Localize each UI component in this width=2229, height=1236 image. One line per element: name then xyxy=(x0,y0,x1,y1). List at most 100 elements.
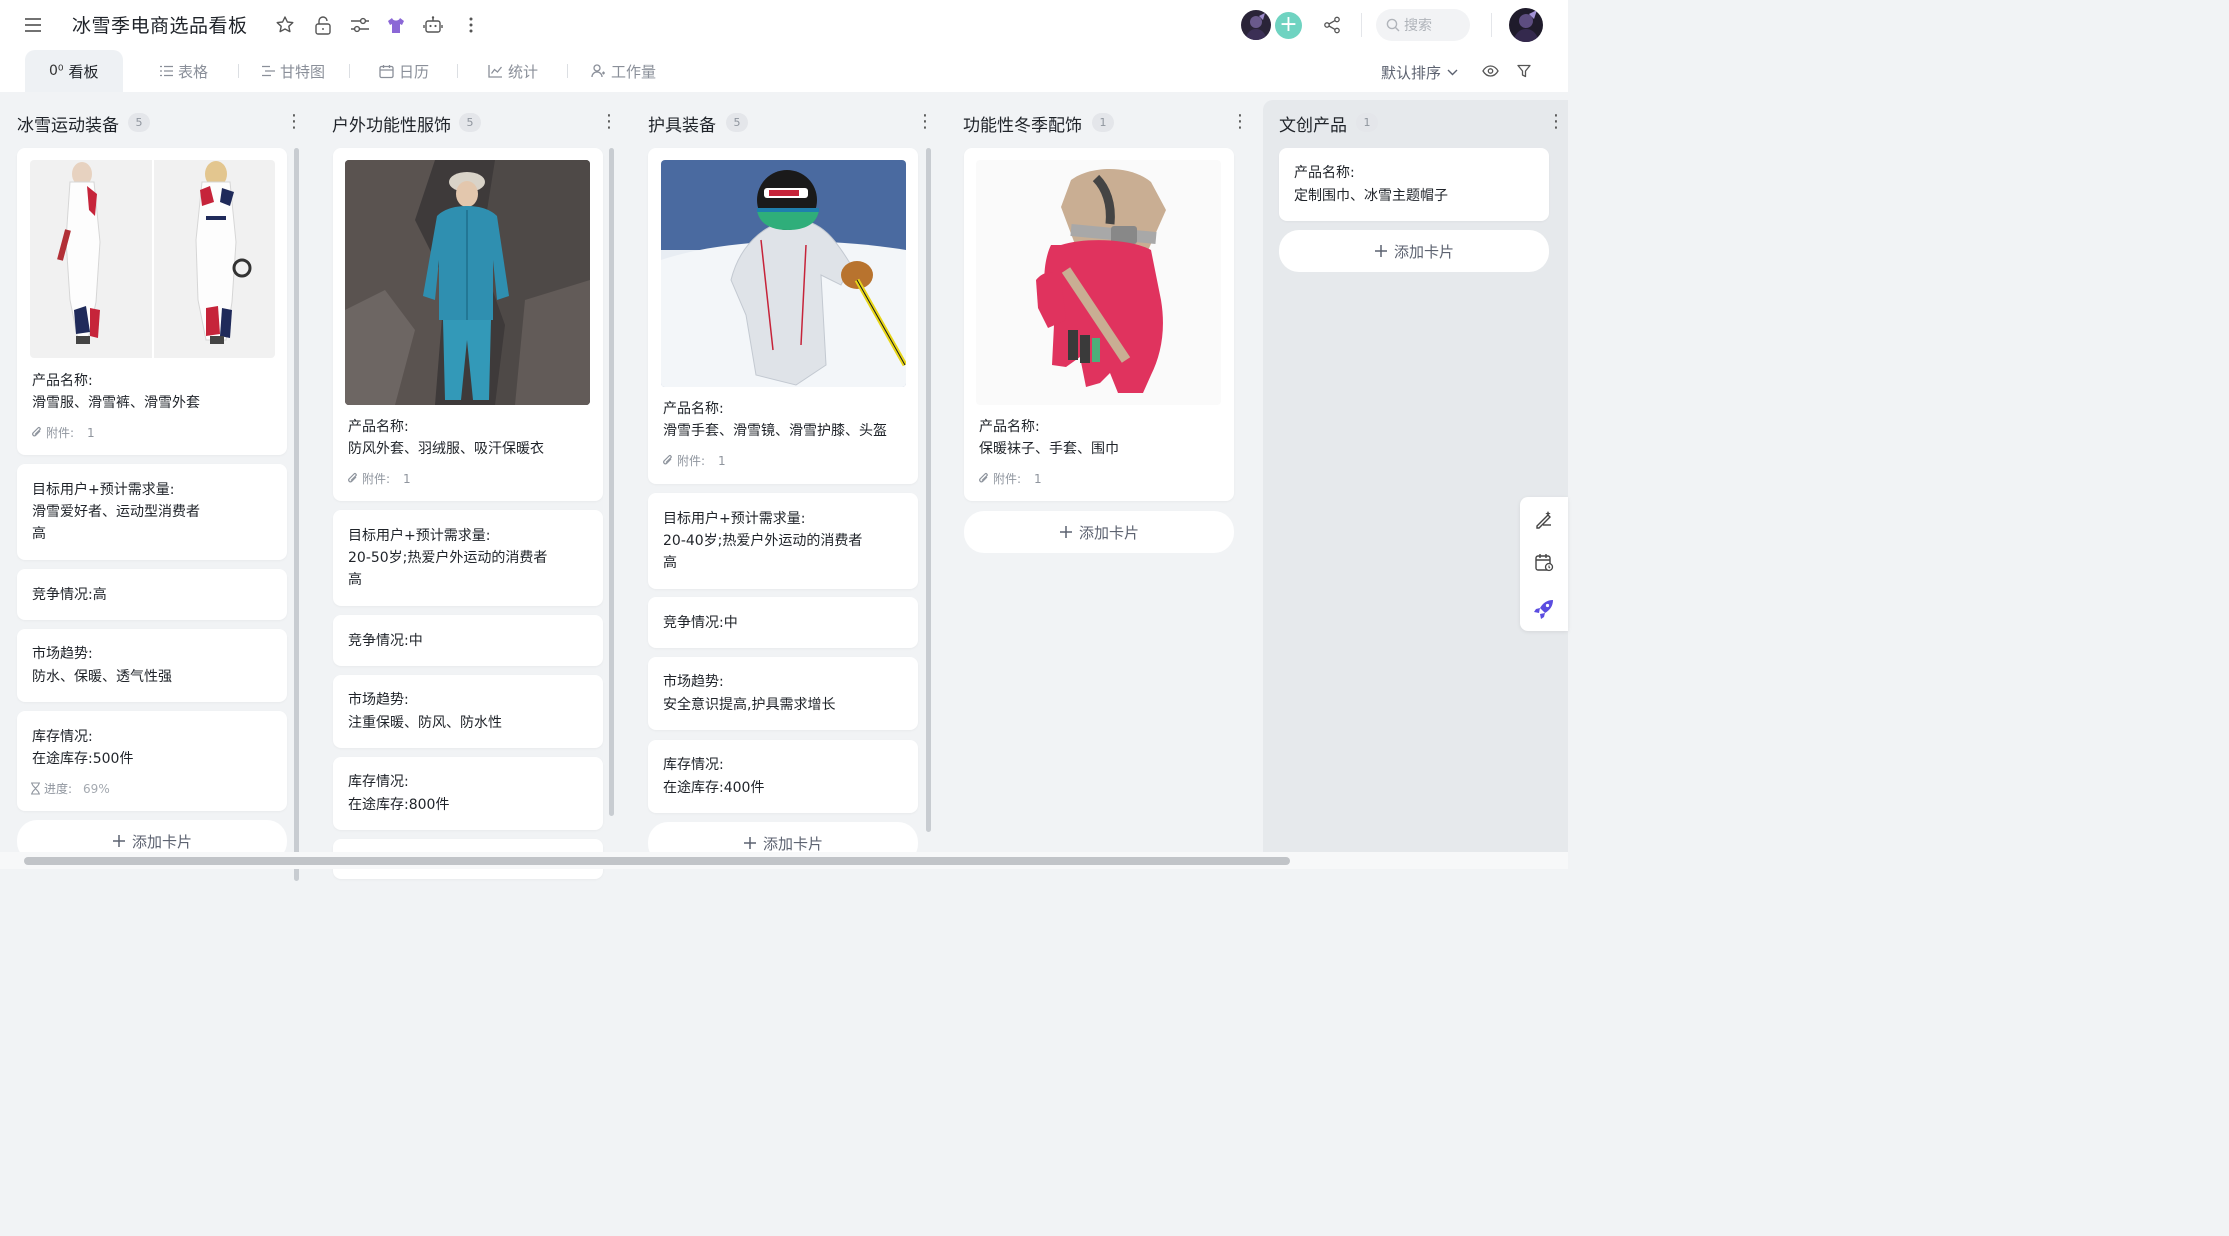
field-label: 产品名称: xyxy=(1294,162,1355,182)
trend-card[interactable]: 市场趋势: 安全意识提高,护具需求增长 xyxy=(648,657,918,730)
tab-calendar[interactable]: 日历 xyxy=(379,50,429,92)
attachment-count: 1 xyxy=(403,472,411,486)
schedule-icon[interactable] xyxy=(1531,549,1557,575)
sort-dropdown[interactable]: 默认排序 xyxy=(1381,62,1458,83)
attachment-meta: 附件: 1 xyxy=(977,470,1042,487)
eye-icon[interactable] xyxy=(1478,59,1502,83)
trend-card[interactable]: 市场趋势: 注重保暖、防风、防水性 xyxy=(333,675,603,748)
demand-card[interactable]: 目标用户+预计需求量: 20-40岁;热爱户外运动的消费者 高 xyxy=(648,493,918,589)
attachment-count: 1 xyxy=(718,454,726,468)
search-input[interactable]: 搜索 xyxy=(1376,9,1470,41)
demand-level: 高 xyxy=(348,569,362,589)
theme-shirt-icon[interactable] xyxy=(384,13,408,37)
list-icon xyxy=(160,65,173,77)
product-card[interactable]: 产品名称: 滑雪手套、滑雪镜、滑雪护膝、头盔 附件: 1 xyxy=(648,148,918,484)
tab-gantt[interactable]: 甘特图 xyxy=(262,50,325,92)
horizontal-scrollbar[interactable] xyxy=(24,857,1290,865)
competition-card[interactable]: 竞争情况:中 xyxy=(333,615,603,666)
plus-icon xyxy=(112,834,126,848)
column-count-badge: 5 xyxy=(128,113,150,132)
more-vertical-icon[interactable] xyxy=(459,13,483,37)
trend-card[interactable]: 市场趋势: 防水、保暖、透气性强 xyxy=(17,629,287,702)
attachment-count: 1 xyxy=(1034,472,1042,486)
field-label: 市场趋势: xyxy=(663,671,724,691)
user-avatar[interactable] xyxy=(1509,8,1543,42)
column-more-icon[interactable]: ⋮ xyxy=(1231,112,1241,134)
demand-card[interactable]: 目标用户+预计需求量: 20-50岁;热爱户外运动的消费者 高 xyxy=(333,510,603,606)
magic-edit-icon[interactable] xyxy=(1531,506,1557,532)
field-value: 在途库存:400件 xyxy=(663,777,764,797)
add-card-button[interactable]: 添加卡片 xyxy=(1279,230,1549,272)
attachment-label: 附件: xyxy=(993,470,1021,487)
add-member-button[interactable]: + xyxy=(1275,12,1302,39)
progress-value: 69% xyxy=(83,782,110,796)
menu-icon[interactable] xyxy=(21,13,45,37)
column-count-badge: 5 xyxy=(726,113,748,132)
column-more-icon[interactable]: ⋮ xyxy=(916,112,926,134)
column-scrollbar[interactable] xyxy=(926,148,931,832)
field-value: 滑雪服、滑雪裤、滑雪外套 xyxy=(32,392,200,412)
floating-toolbar xyxy=(1520,497,1568,631)
field-label: 产品名称: xyxy=(348,416,409,436)
star-icon[interactable] xyxy=(273,13,297,37)
attachment-meta: 附件: 1 xyxy=(661,452,726,469)
search-placeholder: 搜索 xyxy=(1404,15,1432,35)
column-more-icon[interactable]: ⋮ xyxy=(285,112,295,134)
glove-image xyxy=(976,160,1221,405)
tab-kanban[interactable]: 0⁰ 看板 xyxy=(25,50,123,92)
field-value: 保暖袜子、手套、围巾 xyxy=(979,438,1119,458)
unlock-icon[interactable] xyxy=(311,13,335,37)
member-avatar[interactable] xyxy=(1241,10,1271,40)
attachment-label: 附件: xyxy=(677,452,705,469)
share-icon[interactable] xyxy=(1320,13,1344,37)
add-card-button[interactable]: 添加卡片 xyxy=(964,511,1234,553)
robot-icon[interactable] xyxy=(421,13,445,37)
kanban-icon: 0⁰ xyxy=(49,63,64,79)
stock-card[interactable]: 库存情况: 在途库存:800件 xyxy=(333,757,603,830)
product-card[interactable]: 产品名称: 保暖袜子、手套、围巾 附件: 1 xyxy=(964,148,1234,501)
hourglass-icon xyxy=(30,782,41,795)
tab-label: 甘特图 xyxy=(280,61,325,82)
product-card[interactable]: 产品名称: 滑雪服、滑雪裤、滑雪外套 附件: 1 xyxy=(17,148,287,455)
field-value: 在途库存:500件 xyxy=(32,748,133,768)
tab-statistics[interactable]: 统计 xyxy=(488,50,538,92)
field-label: 目标用户+预计需求量: xyxy=(32,479,174,499)
column-scrollbar[interactable] xyxy=(294,148,299,881)
column-more-icon[interactable]: ⋮ xyxy=(600,112,610,134)
kanban-column: 护具装备 5 ⋮ 产品名称: 滑雪手套、滑雪镜、滑雪护膝、头盔 xyxy=(632,100,922,852)
field-label: 目标用户+预计需求量: xyxy=(348,525,490,545)
gantt-icon xyxy=(262,65,275,77)
settings-sliders-icon[interactable] xyxy=(348,13,372,37)
tab-table[interactable]: 表格 xyxy=(160,50,208,92)
stock-card[interactable]: 库存情况: 在途库存:500件 进度: 69% xyxy=(17,711,287,811)
competition-card[interactable]: 竞争情况:中 xyxy=(648,597,918,648)
filter-icon[interactable] xyxy=(1512,59,1536,83)
competition-card[interactable]: 竞争情况:高 xyxy=(17,569,287,620)
column-title: 冰雪运动装备 xyxy=(17,111,119,136)
product-card[interactable]: 产品名称: 防风外套、羽绒服、吸汗保暖衣 附件: 1 xyxy=(333,148,603,501)
rocket-icon[interactable] xyxy=(1531,596,1557,622)
add-card-label: 添加卡片 xyxy=(1079,522,1139,543)
attachment-label: 附件: xyxy=(362,470,390,487)
chevron-down-icon xyxy=(1447,69,1458,76)
column-title: 户外功能性服饰 xyxy=(332,111,451,136)
field-label: 库存情况: xyxy=(32,726,93,746)
column-count-badge: 1 xyxy=(1356,113,1378,132)
paperclip-icon xyxy=(30,426,43,439)
search-icon xyxy=(1386,18,1400,32)
stock-card[interactable]: 库存情况: 在途库存:400件 xyxy=(648,740,918,813)
plus-icon xyxy=(743,836,757,850)
column-scrollbar[interactable] xyxy=(609,148,614,816)
field-value: 滑雪手套、滑雪镜、滑雪护膝、头盔 xyxy=(663,420,887,440)
field-value: 竞争情况:高 xyxy=(32,584,107,604)
paperclip-icon xyxy=(661,454,674,467)
attachment-meta: 附件: 1 xyxy=(30,424,95,441)
product-card[interactable]: 产品名称: 定制围巾、冰雪主题帽子 xyxy=(1279,148,1549,221)
calendar-icon xyxy=(379,64,394,79)
demand-card[interactable]: 目标用户+预计需求量: 滑雪爱好者、运动型消费者 高 xyxy=(17,464,287,560)
sort-label: 默认排序 xyxy=(1381,62,1441,83)
add-card-label: 添加卡片 xyxy=(132,831,192,852)
column-more-icon[interactable]: ⋮ xyxy=(1547,112,1557,134)
field-value: 在途库存:800件 xyxy=(348,794,449,814)
tab-workload[interactable]: 工作量 xyxy=(591,50,656,92)
